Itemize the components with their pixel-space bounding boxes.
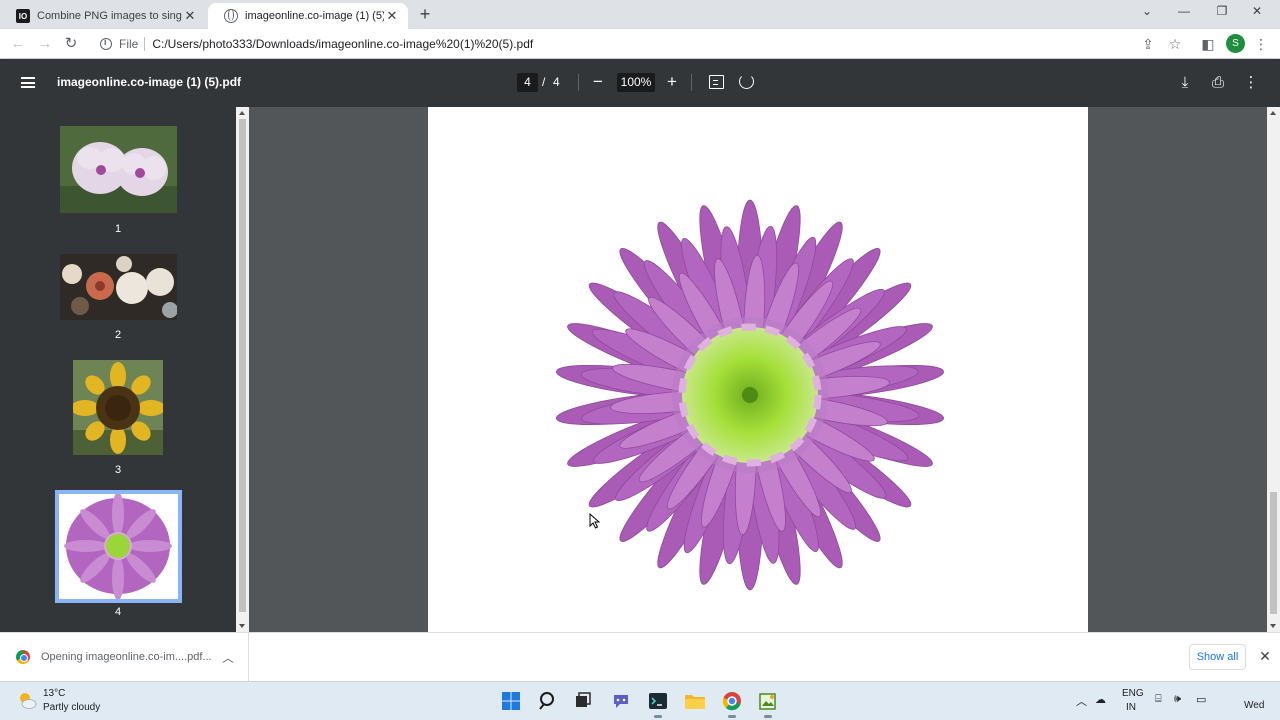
scrollbar-thumb[interactable] xyxy=(1270,492,1277,614)
close-icon[interactable]: ✕ xyxy=(1257,648,1273,665)
thumbnail-number: 4 xyxy=(114,606,122,618)
download-icon[interactable]: ⤓ xyxy=(1175,73,1195,93)
info-icon[interactable] xyxy=(100,37,112,50)
windows-taskbar: 13°C Partly cloudy ︿ ☁ ENG IN ⌸ 🕪 ▭ Wed xyxy=(0,681,1280,720)
new-tab-button[interactable]: + xyxy=(416,5,434,23)
globe-icon xyxy=(224,9,238,23)
close-tab-icon[interactable]: ✕ xyxy=(384,8,400,24)
tab-pdf[interactable]: imageonline.co-image (1) (5).pdf ✕ xyxy=(208,3,408,29)
minimize-button[interactable]: — xyxy=(1173,4,1195,22)
print-icon[interactable]: ⎙ xyxy=(1208,73,1228,93)
scroll-up-arrow-icon[interactable] xyxy=(1270,111,1276,115)
profile-avatar[interactable]: S xyxy=(1226,34,1245,53)
divider xyxy=(144,37,146,51)
thumbnail-number: 3 xyxy=(114,464,122,476)
hamburger-menu-icon[interactable] xyxy=(21,77,35,88)
divider xyxy=(578,74,579,91)
weather-condition[interactable]: Partly cloudy xyxy=(43,702,100,713)
file-explorer-icon[interactable] xyxy=(683,689,707,713)
tab-strip: IO Combine PNG images to single PDF ✕ im… xyxy=(0,0,1280,29)
document-title: imageonline.co-image (1) (5).pdf xyxy=(57,75,242,89)
address-bar[interactable]: File C:/Users/photo333/Downloads/imageon… xyxy=(92,32,1164,56)
scroll-up-arrow-icon[interactable] xyxy=(239,111,245,115)
network-icon[interactable]: ⌸ xyxy=(1155,693,1162,706)
pdf-canvas xyxy=(249,107,1267,632)
zoom-level-input[interactable]: 100% xyxy=(617,73,655,92)
download-item[interactable]: Opening imageonline.co-im....pdf... ︿ xyxy=(0,633,249,681)
close-tab-icon[interactable]: ✕ xyxy=(182,8,198,24)
zoom-in-button[interactable]: + xyxy=(662,72,682,92)
thumbnail-number: 1 xyxy=(114,223,122,235)
share-icon[interactable]: ⇪ xyxy=(1139,35,1157,53)
language-indicator[interactable]: ENG xyxy=(1122,688,1144,699)
teams-chat-icon[interactable] xyxy=(609,689,633,713)
url-scheme: File xyxy=(119,37,139,51)
volume-icon[interactable]: 🕪 xyxy=(1174,693,1181,706)
more-actions-icon[interactable]: ⋮ xyxy=(1241,73,1261,93)
chrome-menu-icon[interactable]: ⋮ xyxy=(1252,35,1270,53)
terminal-app-icon[interactable] xyxy=(646,689,670,718)
chrome-taskbar-icon[interactable] xyxy=(720,689,744,718)
page-total: 4 xyxy=(553,75,560,89)
clock-day[interactable]: Wed xyxy=(1244,700,1264,711)
page-separator: / xyxy=(542,75,546,89)
chevron-up-icon[interactable]: ︿ xyxy=(1076,693,1087,709)
page-scrollbar[interactable] xyxy=(1267,107,1280,632)
back-button[interactable]: ← xyxy=(9,35,27,53)
tab-title: Combine PNG images to single PDF xyxy=(37,10,182,22)
thumbnail-page-2[interactable] xyxy=(60,254,177,320)
tab-combine-png[interactable]: IO Combine PNG images to single PDF ✕ xyxy=(0,3,206,29)
forward-button[interactable]: → xyxy=(36,35,54,53)
thumbnail-page-4-selected[interactable] xyxy=(55,490,182,603)
onedrive-cloud-icon[interactable]: ☁ xyxy=(1095,693,1106,706)
sidebar-scrollbar[interactable] xyxy=(236,107,249,632)
scroll-down-arrow-icon[interactable] xyxy=(239,624,245,628)
chrome-icon xyxy=(16,650,30,664)
battery-icon[interactable]: ▭ xyxy=(1196,693,1206,706)
url-text[interactable]: C:/Users/photo333/Downloads/imageonline.… xyxy=(152,37,533,51)
reload-button[interactable]: ↻ xyxy=(62,35,80,53)
scroll-down-arrow-icon[interactable] xyxy=(1270,624,1276,628)
language-region[interactable]: IN xyxy=(1126,702,1136,713)
thumbnail-sidebar: 1 2 3 4 xyxy=(0,107,236,632)
download-status: Opening imageonline.co-im....pdf... xyxy=(41,651,212,663)
partly-cloudy-icon[interactable] xyxy=(16,689,38,711)
fit-to-page-icon[interactable] xyxy=(709,75,724,89)
bookmark-star-icon[interactable]: ☆ xyxy=(1166,35,1184,53)
thumbnail-page-1[interactable] xyxy=(60,126,177,213)
tab-search-icon[interactable]: ⌄ xyxy=(1136,4,1158,22)
image-editor-icon[interactable] xyxy=(756,689,780,718)
windows-start-icon[interactable] xyxy=(499,689,523,713)
page-number-input[interactable]: 4 xyxy=(517,73,538,92)
zoom-out-button[interactable]: − xyxy=(588,72,608,92)
tab-title: imageonline.co-image (1) (5).pdf xyxy=(245,10,384,22)
restore-button[interactable]: ❐ xyxy=(1211,4,1233,22)
pdf-page-4 xyxy=(428,107,1088,632)
side-panel-icon[interactable]: ◧ xyxy=(1199,35,1217,53)
browser-toolbar: ← → ↻ File C:/Users/photo333/Downloads/i… xyxy=(0,29,1280,59)
search-icon[interactable] xyxy=(536,689,560,713)
thumbnail-page-3[interactable] xyxy=(73,360,163,455)
task-view-icon[interactable] xyxy=(571,689,595,713)
pdf-toolbar: imageonline.co-image (1) (5).pdf 4 / 4 −… xyxy=(0,59,1280,107)
scrollbar-thumb[interactable] xyxy=(239,119,246,612)
chevron-up-icon[interactable]: ︿ xyxy=(222,649,234,666)
divider xyxy=(691,74,692,91)
rotate-icon[interactable] xyxy=(739,74,754,89)
mouse-pointer-icon xyxy=(589,513,601,529)
show-all-button[interactable]: Show all xyxy=(1189,644,1246,670)
gerbera-flower-image xyxy=(556,199,944,591)
weather-temperature[interactable]: 13°C xyxy=(43,688,65,699)
downloads-bar: Opening imageonline.co-im....pdf... ︿ Sh… xyxy=(0,632,1280,681)
imageonline-icon: IO xyxy=(16,9,30,23)
close-window-button[interactable]: ✕ xyxy=(1246,4,1268,22)
thumbnail-number: 2 xyxy=(114,329,122,341)
